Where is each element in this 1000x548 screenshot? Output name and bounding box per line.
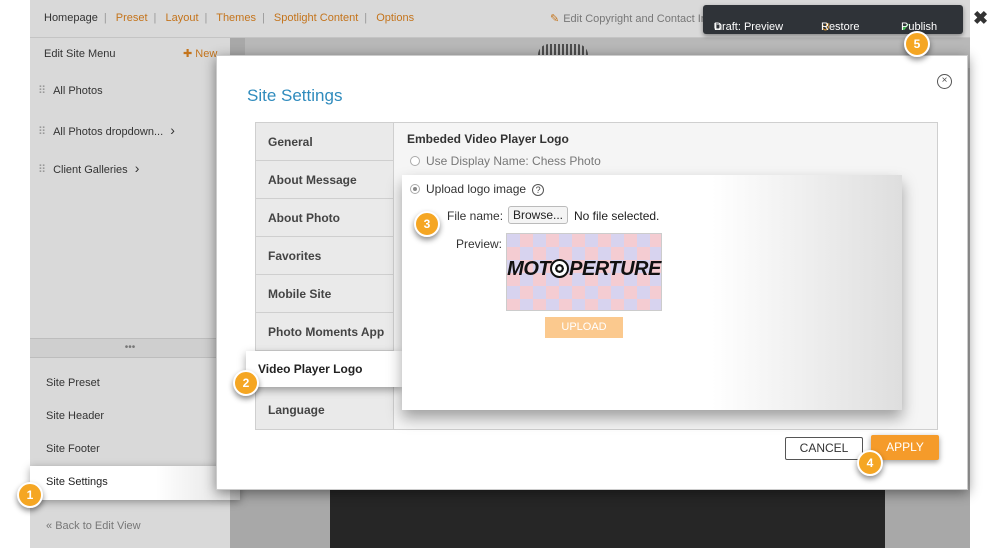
- sidebar-item-label: All Photos: [53, 85, 103, 97]
- new-menu-item-button[interactable]: ✚ New: [183, 47, 217, 60]
- radio-button-selected[interactable]: [410, 184, 420, 194]
- logo-text-left: MOT: [507, 258, 551, 280]
- sidebar-item-client-galleries[interactable]: ⠿ Client Galleries ›: [38, 160, 139, 176]
- sidebar-site-preset[interactable]: Site Preset: [46, 377, 100, 389]
- nav-preset[interactable]: Preset: [116, 12, 148, 24]
- use-display-name-label: Use Display Name: Chess Photo: [426, 154, 601, 168]
- page-margin-right: [970, 0, 1000, 548]
- step-badge-1: 1: [17, 482, 43, 508]
- sidebar-title: Edit Site Menu: [44, 48, 116, 60]
- edit-copyright-link[interactable]: ✎ Edit Copyright and Contact Info: [550, 12, 716, 25]
- chevron-right-icon[interactable]: ›: [135, 160, 140, 176]
- file-name-label: File name:: [447, 209, 504, 223]
- sidebar-site-header[interactable]: Site Header: [46, 410, 104, 422]
- wheel-icon: [550, 259, 570, 278]
- sidebar-item-label: Client Galleries: [53, 164, 128, 176]
- drag-handle-icon[interactable]: ⠿: [38, 85, 46, 97]
- tab-about-message[interactable]: About Message: [256, 161, 395, 199]
- sidebar-site-settings[interactable]: Site Settings: [30, 466, 240, 500]
- motoperture-logo: MOT PERTURE: [507, 258, 661, 281]
- nav-homepage[interactable]: Homepage: [44, 12, 98, 24]
- browse-button[interactable]: Browse...: [508, 206, 568, 224]
- use-display-name-option[interactable]: Use Display Name: Chess Photo: [410, 154, 601, 168]
- site-preview-photo: [330, 488, 885, 548]
- step-badge-5: 5: [904, 31, 930, 57]
- draft-preview-label: Draft: Preview: [714, 21, 784, 33]
- page-margin-left: [0, 0, 30, 548]
- edit-copyright-label: Edit Copyright and Contact Info: [563, 13, 717, 25]
- nav-spotlight-content[interactable]: Spotlight Content: [274, 12, 358, 24]
- radio-button[interactable]: [410, 156, 420, 166]
- sidebar-item-all-photos[interactable]: ⠿ All Photos: [38, 84, 103, 97]
- step-badge-4: 4: [857, 450, 883, 476]
- logo-preview-image: MOT PERTURE: [506, 233, 662, 311]
- plus-icon: ✚: [183, 48, 193, 60]
- top-navigation: Homepage | Preset | Layout | Themes | Spotli…: [44, 12, 415, 24]
- site-settings-dialog: Site Settings × General About Message Ab…: [216, 55, 968, 490]
- nav-themes[interactable]: Themes: [216, 12, 256, 24]
- tab-photo-moments-app[interactable]: Photo Moments App: [256, 313, 395, 351]
- no-file-status: No file selected.: [574, 209, 660, 223]
- tab-general[interactable]: General: [256, 123, 395, 161]
- tab-language[interactable]: Language: [256, 391, 395, 429]
- step-badge-3: 3: [414, 211, 440, 237]
- logo-text-right: PERTURE: [569, 258, 661, 280]
- close-editor-icon[interactable]: ✖: [973, 8, 988, 29]
- sidebar-site-settings-label: Site Settings: [46, 476, 108, 488]
- help-icon[interactable]: ?: [532, 184, 545, 196]
- upload-logo-option[interactable]: Upload logo image?: [410, 182, 545, 196]
- back-label: Back to Edit View: [55, 520, 141, 532]
- restore-label: Restore: [821, 21, 860, 33]
- sidebar-site-footer[interactable]: Site Footer: [46, 443, 100, 455]
- site-menu-sidebar: Edit Site Menu ✚ New ⠿ All Photos ⠿ All Ph…: [30, 38, 240, 548]
- dialog-title: Site Settings: [247, 86, 343, 105]
- preview-label: Preview:: [456, 237, 503, 251]
- sidebar-item-all-photos-dropdown[interactable]: ⠿ All Photos dropdown... ›: [38, 122, 175, 138]
- upload-button[interactable]: UPLOAD: [545, 317, 623, 338]
- tab-favorites[interactable]: Favorites: [256, 237, 395, 275]
- double-chevron-left-icon: «: [46, 520, 53, 532]
- chevron-right-icon[interactable]: ›: [170, 122, 175, 138]
- nav-options[interactable]: Options: [376, 12, 414, 24]
- drag-handle-icon[interactable]: ⠿: [38, 126, 46, 138]
- tab-video-player-logo[interactable]: Video Player Logo: [246, 351, 402, 387]
- nav-layout[interactable]: Layout: [165, 12, 198, 24]
- tab-mobile-site[interactable]: Mobile Site: [256, 275, 395, 313]
- section-title: Embeded Video Player Logo: [407, 132, 569, 146]
- sidebar-item-label: All Photos dropdown...: [53, 126, 164, 138]
- site-logo-crest: [538, 44, 588, 55]
- publish-toolbar: Draft: Preview ⧉ ↺ Restore ✔ Publish: [703, 5, 963, 34]
- upload-logo-label: Upload logo image: [426, 182, 527, 196]
- back-to-edit-view-link[interactable]: « Back to Edit View: [46, 520, 141, 532]
- new-label: New: [195, 48, 218, 60]
- sidebar-resize-handle[interactable]: •••: [30, 338, 230, 358]
- close-dialog-icon[interactable]: ×: [937, 74, 952, 89]
- tab-about-photo[interactable]: About Photo: [256, 199, 395, 237]
- external-link-icon: ⧉: [714, 21, 722, 33]
- spotlight-fade: [712, 175, 902, 410]
- step-badge-2: 2: [233, 370, 259, 396]
- cancel-button[interactable]: CANCEL: [785, 437, 863, 460]
- upload-logo-panel: Upload logo image? File name: Browse... …: [402, 175, 902, 410]
- drag-handle-icon[interactable]: ⠿: [38, 164, 46, 176]
- pencil-icon: ✎: [550, 13, 560, 25]
